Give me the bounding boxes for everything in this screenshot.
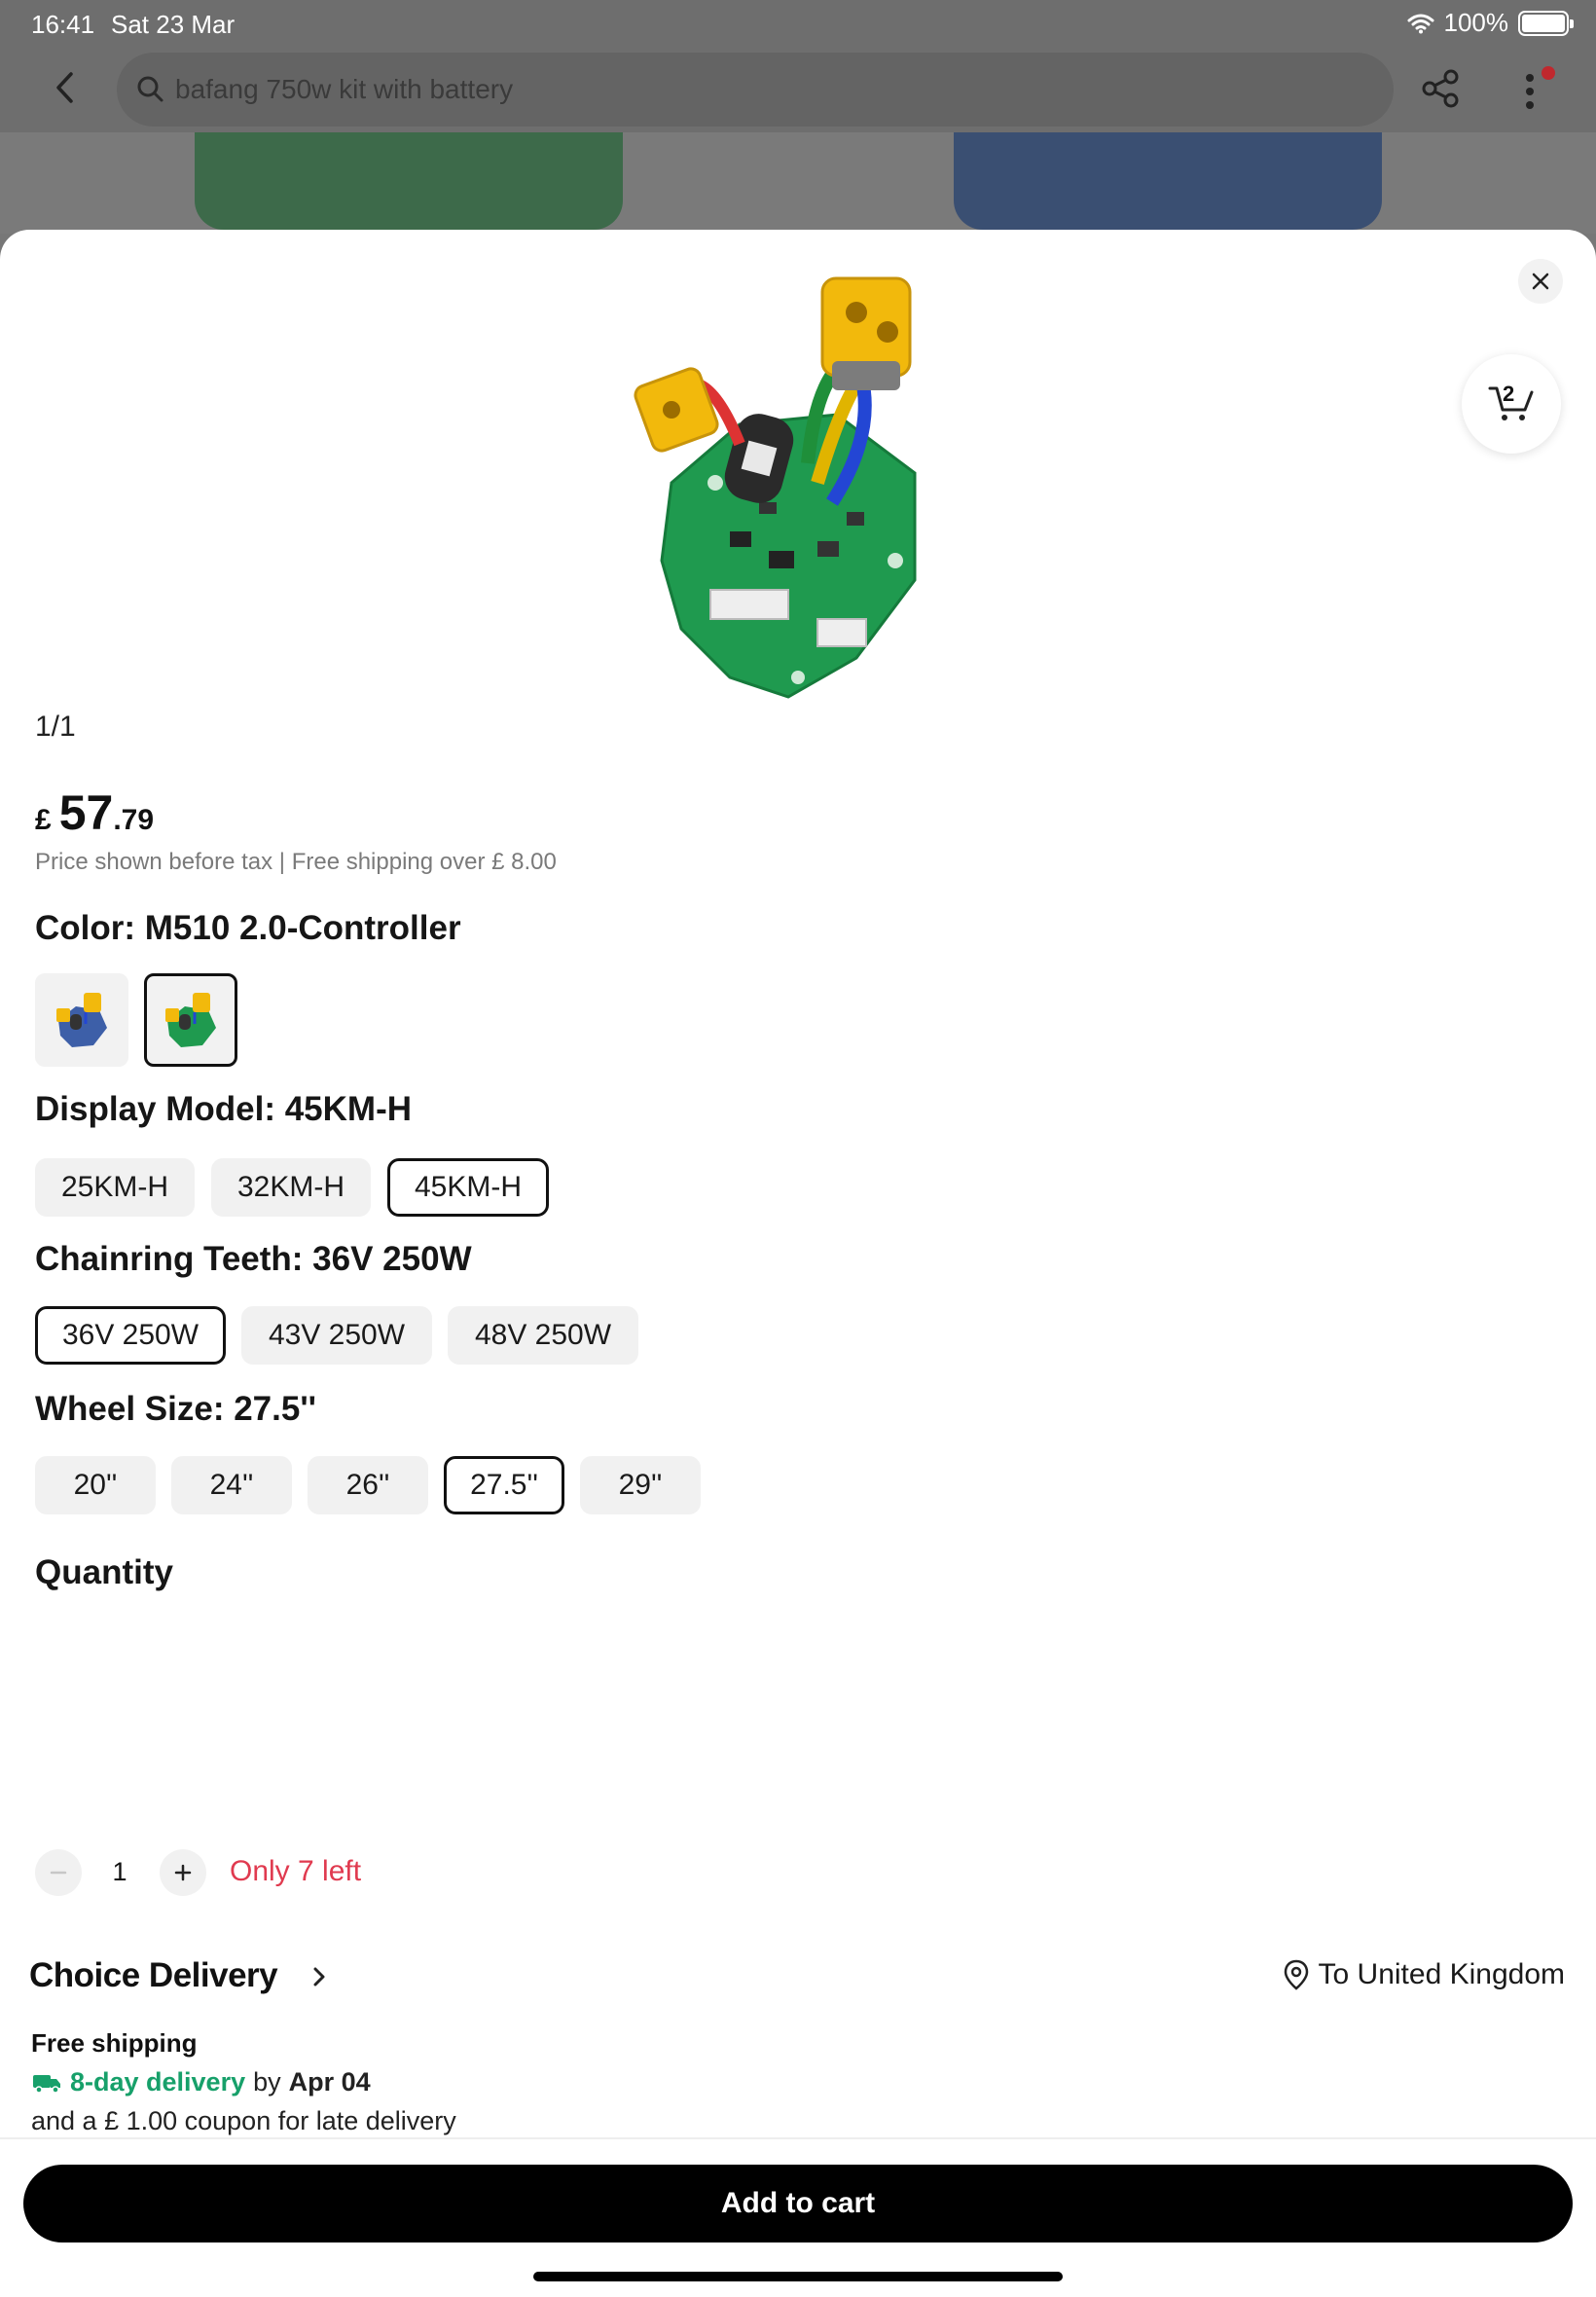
delivery-eta-highlight: 8-day delivery — [70, 2067, 246, 2096]
late-delivery-coupon: and a £ 1.00 coupon for late delivery — [31, 2106, 456, 2135]
option-wheel-29[interactable]: 29'' — [580, 1456, 701, 1514]
search-bar[interactable]: bafang 750w kit with battery — [117, 53, 1394, 127]
share-icon — [1422, 69, 1459, 108]
search-query: bafang 750w kit with battery — [175, 74, 514, 104]
product-image[interactable] — [623, 269, 954, 707]
delivery-details-button[interactable] — [308, 1962, 331, 1991]
price-integer: 57 — [58, 785, 114, 840]
price: £ 57 .79 — [35, 784, 154, 841]
increase-quantity-button[interactable] — [160, 1849, 206, 1896]
more-options-button[interactable] — [1510, 66, 1555, 117]
delivery-eta-by: by — [253, 2067, 281, 2096]
delivery-eta: 8-day delivery by Apr 04 — [31, 2067, 371, 2097]
delivery-title[interactable]: Choice Delivery — [29, 1956, 278, 1995]
background-image-green-pcb — [195, 132, 623, 230]
search-icon — [137, 76, 163, 102]
chainring-title: Chainring Teeth: 36V 250W — [35, 1240, 472, 1278]
chevron-right-icon — [313, 1967, 325, 1987]
notification-dot — [1542, 66, 1555, 80]
minus-icon — [50, 1871, 67, 1875]
option-wheel-20[interactable]: 20'' — [35, 1456, 156, 1514]
plus-icon — [174, 1864, 192, 1881]
price-decimal: .79 — [113, 804, 155, 836]
wifi-icon — [1407, 14, 1433, 33]
green-controller-thumbnail — [165, 993, 216, 1047]
free-shipping-label: Free shipping — [31, 2028, 198, 2058]
status-bar: 16:41 Sat 23 Mar 100% — [0, 0, 1596, 47]
option-chainring-43v[interactable]: 43V 250W — [241, 1306, 432, 1365]
stock-warning: Only 7 left — [230, 1855, 362, 1887]
option-wheel-26[interactable]: 26'' — [308, 1456, 428, 1514]
ship-to-location[interactable]: To United Kingdom — [1284, 1958, 1565, 1991]
cart-button[interactable]: 2 — [1462, 354, 1561, 454]
blue-controller-thumbnail — [56, 993, 107, 1047]
footer-divider — [0, 2137, 1596, 2139]
price-note: Price shown before tax | Free shipping o… — [35, 849, 557, 875]
home-indicator — [533, 2272, 1063, 2281]
option-wheel-24[interactable]: 24'' — [171, 1456, 292, 1514]
status-time: 16:41 — [31, 10, 95, 39]
background-product-images — [0, 132, 1596, 234]
image-counter: 1/1 — [35, 711, 76, 743]
wheel-size-title: Wheel Size: 27.5'' — [35, 1390, 316, 1428]
color-swatch-green[interactable] — [144, 973, 237, 1067]
controller-board-image — [634, 276, 917, 699]
option-display-45kmh[interactable]: 45KM-H — [387, 1158, 549, 1217]
quantity-value[interactable]: 1 — [105, 1857, 134, 1887]
option-chainring-36v[interactable]: 36V 250W — [35, 1306, 226, 1365]
option-display-25kmh[interactable]: 25KM-H — [35, 1158, 195, 1217]
close-icon — [1532, 273, 1549, 290]
cart-count-badge: 2 — [1503, 382, 1515, 406]
color-swatch-blue[interactable] — [35, 973, 128, 1067]
back-button[interactable] — [45, 68, 84, 107]
color-title: Color: M510 2.0-Controller — [35, 909, 461, 947]
background-image-blue-pcb — [954, 132, 1382, 230]
sku-selector-sheet: 2 1/1 £ 57 .79 Price shown before tax | … — [0, 230, 1596, 2297]
ship-to-label: To United Kingdom — [1318, 1958, 1565, 1990]
delivery-truck-icon — [33, 2074, 60, 2094]
battery-icon — [1518, 10, 1574, 36]
top-bar: bafang 750w kit with battery — [0, 47, 1596, 132]
chevron-left-icon — [56, 72, 73, 103]
option-chainring-48v[interactable]: 48V 250W — [448, 1306, 638, 1365]
battery-percent: 100% — [1443, 8, 1509, 37]
share-button[interactable] — [1421, 68, 1468, 115]
status-right: 100% — [1407, 8, 1574, 38]
close-button[interactable] — [1518, 259, 1563, 304]
display-model-title: Display Model: 45KM-H — [35, 1090, 412, 1128]
option-wheel-27-5[interactable]: 27.5'' — [444, 1456, 564, 1514]
location-pin-icon — [1284, 1959, 1308, 1990]
status-date: Sat 23 Mar — [111, 10, 236, 39]
option-display-32kmh[interactable]: 32KM-H — [211, 1158, 371, 1217]
add-to-cart-button[interactable]: Add to cart — [23, 2165, 1573, 2242]
decrease-quantity-button[interactable] — [35, 1849, 82, 1896]
price-currency: £ — [35, 804, 52, 836]
delivery-eta-date: Apr 04 — [288, 2067, 371, 2096]
quantity-title: Quantity — [35, 1553, 173, 1591]
